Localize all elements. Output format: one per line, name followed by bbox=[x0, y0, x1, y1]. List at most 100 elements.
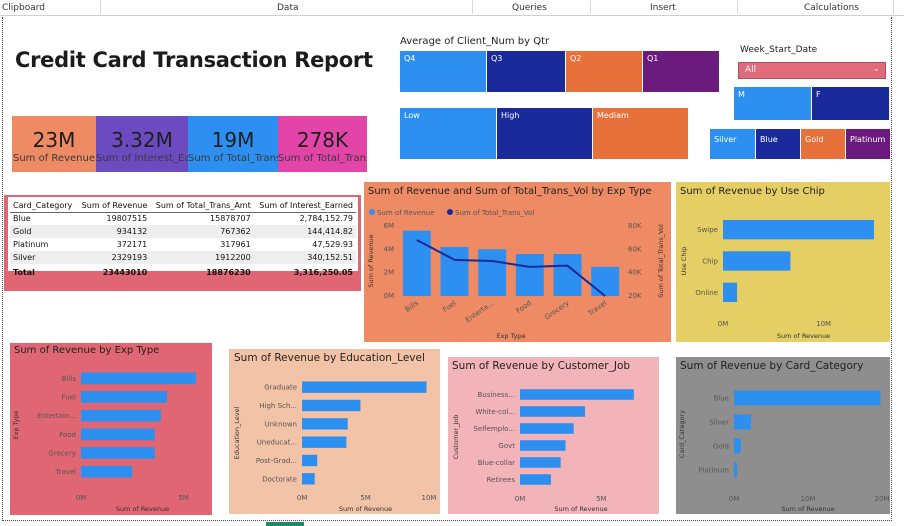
table-row[interactable]: Silver 2329193 1912200 340,152.51 bbox=[10, 251, 356, 264]
y-tick-label: Graduate bbox=[264, 384, 297, 392]
tile-high[interactable]: High bbox=[497, 108, 592, 159]
bar bbox=[302, 418, 348, 430]
y2-axis-title: Sum of Total_Trans_Vol bbox=[657, 224, 665, 298]
tile-low[interactable]: Low bbox=[400, 108, 496, 159]
x-tick-label: 0M bbox=[718, 320, 729, 328]
tile-blue[interactable]: Blue bbox=[756, 129, 800, 159]
exp-type-title: Sum of Revenue by Exp Type bbox=[14, 345, 160, 356]
y-tick-label: Govt bbox=[498, 442, 515, 450]
kpi-revenue[interactable]: 23M Sum of Revenue bbox=[12, 116, 96, 172]
bar bbox=[81, 447, 155, 459]
x-tick-label: 5M bbox=[360, 494, 371, 502]
tile-mediam[interactable]: Mediam bbox=[593, 108, 688, 159]
bar bbox=[520, 457, 561, 468]
x-axis-title: Sum of Revenue bbox=[777, 332, 830, 340]
y-tick-label: 0M bbox=[384, 292, 395, 300]
bar bbox=[302, 473, 315, 485]
x-tick-label: 0M bbox=[297, 494, 308, 502]
matrix-header[interactable]: Sum of Revenue bbox=[76, 199, 151, 213]
tile-q3[interactable]: Q3 bbox=[487, 51, 565, 92]
bar bbox=[81, 409, 161, 422]
y-tick-label: Selfemplo... bbox=[473, 425, 515, 433]
tile-f[interactable]: F bbox=[812, 87, 889, 120]
card-category-chart[interactable]: Blue Silver Gold Platinum 0M 10M 20M Sum of Rev… bbox=[676, 374, 890, 514]
bar bbox=[302, 381, 427, 393]
x-tick-label: 20M bbox=[875, 495, 890, 503]
ribbon-queries[interactable]: Queries bbox=[512, 3, 547, 13]
education-chart[interactable]: Graduate High Sch... Unknown Uneducat... Pos… bbox=[229, 366, 440, 514]
x-tick-label: Bills bbox=[404, 299, 421, 314]
matrix-header[interactable]: Sum of Total_Trans_Amt bbox=[150, 199, 254, 213]
ribbon-clipboard[interactable]: Clipboard bbox=[2, 3, 45, 13]
legend-label: Sum of Revenue bbox=[377, 209, 434, 217]
page-tab-indicator[interactable] bbox=[266, 522, 304, 526]
y-tick-label: Uneducat... bbox=[257, 439, 297, 447]
kpi-label: Sum of Total_Trans_Vol bbox=[278, 153, 367, 164]
tile-q2[interactable]: Q2 bbox=[566, 51, 642, 92]
bar bbox=[478, 249, 507, 296]
x-tick-label: 10M bbox=[801, 495, 816, 503]
exp-type-chart[interactable]: Bills Fuel Entertain... Food Grocery Travel 0M… bbox=[10, 357, 212, 515]
kpi-interest[interactable]: 3.32M Sum of Interest_Earned bbox=[96, 116, 188, 172]
y-tick-label: Food bbox=[59, 431, 76, 439]
y2-tick-label: 20K bbox=[628, 292, 642, 300]
legend-marker bbox=[369, 209, 375, 215]
bar bbox=[302, 436, 347, 448]
y-tick-label: Post-Grad... bbox=[256, 457, 297, 465]
matrix-header[interactable]: Card_Category bbox=[10, 199, 77, 213]
use-chip-chart[interactable]: Swipe Chip Online 0M 10M Sum of Revenue Use Ch… bbox=[676, 198, 890, 342]
bar bbox=[591, 266, 620, 296]
bar bbox=[734, 462, 737, 478]
legend-label: Sum of Total_Trans_Vol bbox=[455, 209, 534, 217]
y2-tick-label: 80K bbox=[628, 222, 642, 230]
bar bbox=[520, 440, 566, 451]
week-start-dropdown[interactable]: All ⌄ bbox=[738, 62, 886, 79]
kpi-label: Sum of Revenue bbox=[13, 153, 95, 164]
data-matrix[interactable]: Card_Category Sum of Revenue Sum of Tota… bbox=[10, 199, 356, 277]
matrix-total-row[interactable]: Total 23443010 18876230 3,316,250.05 bbox=[10, 264, 356, 277]
ribbon-data[interactable]: Data bbox=[277, 3, 299, 13]
tile-q1[interactable]: Q1 bbox=[643, 51, 719, 92]
tile-gold[interactable]: Gold bbox=[801, 129, 845, 159]
card-category-title: Sum of Revenue by Card_Category bbox=[680, 360, 864, 372]
customer-job-chart[interactable]: Business... White-col... Selfemplo... Govt B… bbox=[448, 374, 659, 514]
bar bbox=[302, 454, 318, 467]
bar bbox=[734, 390, 881, 406]
bar bbox=[81, 372, 196, 385]
bar bbox=[81, 428, 155, 441]
y-tick-label: Silver bbox=[709, 419, 729, 427]
tile-m[interactable]: M bbox=[734, 87, 811, 120]
tile-q4[interactable]: Q4 bbox=[400, 51, 486, 92]
x-tick-label: Fuel bbox=[441, 299, 457, 314]
tile-platinum[interactable]: Platinum bbox=[846, 129, 890, 159]
x-axis-title: Sum of Revenue bbox=[781, 505, 834, 513]
table-row[interactable]: Blue 19807515 15878707 2,784,152.79 bbox=[10, 212, 356, 225]
kpi-trans-amt[interactable]: 19M Sum of Total_Trans_Amt bbox=[188, 116, 278, 172]
y-axis-title: Customer_Job bbox=[452, 415, 460, 460]
x-tick-label: 10M bbox=[816, 320, 831, 328]
education-title: Sum of Revenue by Education_Level bbox=[234, 352, 425, 364]
table-row[interactable]: Platinum 372171 317961 47,529.93 bbox=[10, 238, 356, 251]
legend-marker bbox=[447, 209, 453, 215]
x-tick-label: Food bbox=[515, 299, 533, 315]
ribbon-calculations[interactable]: Calculations bbox=[804, 3, 859, 13]
matrix-header[interactable]: Sum of Interest_Earned bbox=[253, 199, 356, 213]
y-axis-title: Use Chip bbox=[680, 247, 688, 276]
y-axis-title: Education_Level bbox=[233, 406, 241, 459]
table-row[interactable]: Gold 934132 767362 144,414.82 bbox=[10, 225, 356, 238]
y-tick-label: Platinum bbox=[698, 467, 729, 475]
y-tick-label: Unknown bbox=[265, 420, 298, 428]
y-tick-label: Chip bbox=[702, 258, 718, 266]
bar bbox=[734, 438, 741, 454]
bar bbox=[734, 414, 752, 430]
y-axis-title: Exp Type bbox=[12, 410, 20, 439]
kpi-value: 278K bbox=[296, 128, 349, 152]
combo-chart-title: Sum of Revenue and Sum of Total_Trans_Vo… bbox=[368, 186, 652, 197]
combo-chart[interactable]: Sum of Revenue Sum of Total_Trans_Vol 0M 2M… bbox=[364, 198, 671, 342]
bar bbox=[81, 391, 168, 403]
kpi-trans-vol[interactable]: 278K Sum of Total_Trans_Vol bbox=[278, 116, 367, 172]
y-tick-label: Entertain... bbox=[37, 412, 76, 420]
ribbon-insert[interactable]: Insert bbox=[650, 3, 676, 13]
bar bbox=[723, 219, 874, 240]
tile-silver[interactable]: Silver bbox=[710, 129, 755, 159]
